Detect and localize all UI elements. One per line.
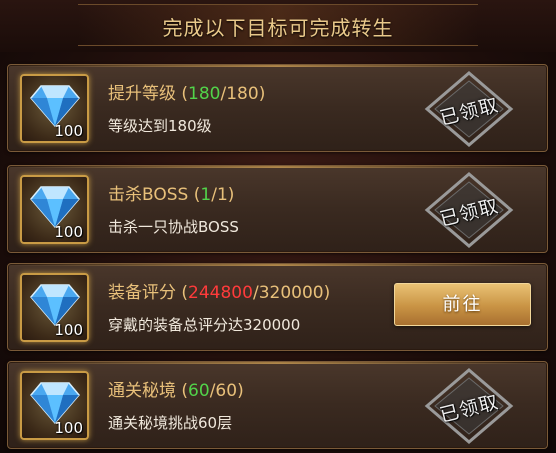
task-progress-total: 180 — [226, 84, 259, 104]
task-title: 通关秘境 (60/60) — [108, 381, 244, 401]
task-name: 击杀BOSS — [108, 185, 189, 205]
claimed-stamp-icon: 已领取 — [419, 366, 519, 446]
task-title: 击杀BOSS (1/1) — [108, 185, 235, 205]
reward-item[interactable]: 100 — [20, 273, 89, 342]
task-title: 提升等级 (180/180) — [108, 84, 266, 104]
task-row-level: 100 提升等级 (180/180) 等级达到180级 已领取 — [7, 64, 548, 152]
task-progress-current: 180 — [188, 84, 221, 104]
reward-count: 100 — [54, 122, 83, 140]
reward-item[interactable]: 100 — [20, 175, 89, 244]
task-progress-current: 60 — [188, 381, 210, 401]
task-description: 等级达到180级 — [108, 117, 212, 135]
task-name: 提升等级 — [108, 84, 176, 104]
task-description: 通关秘境挑战60层 — [108, 414, 233, 432]
claimed-stamp-icon: 已领取 — [419, 69, 519, 149]
row-highlight — [8, 264, 547, 266]
reward-item[interactable]: 100 — [20, 371, 89, 440]
task-row-dungeon: 100 通关秘境 (60/60) 通关秘境挑战60层 已领取 — [7, 361, 548, 449]
task-row-equipment: 100 装备评分 (244800/320000) 穿戴的装备总评分达320000… — [7, 263, 548, 351]
task-progress-total: 60 — [215, 381, 238, 401]
row-highlight — [8, 362, 547, 364]
claimed-stamp-icon: 已领取 — [419, 170, 519, 250]
task-name: 通关秘境 — [108, 381, 176, 401]
task-title: 装备评分 (244800/320000) — [108, 283, 331, 303]
reward-count: 100 — [54, 223, 83, 241]
task-description: 击杀一只协战BOSS — [108, 218, 239, 236]
row-highlight — [8, 65, 547, 67]
reward-item[interactable]: 100 — [20, 74, 89, 143]
page-title: 完成以下目标可完成转生 — [162, 16, 394, 40]
goto-button[interactable]: 前往 — [394, 283, 531, 326]
reward-count: 100 — [54, 321, 83, 339]
task-progress-total: 320000 — [258, 283, 324, 303]
reward-count: 100 — [54, 419, 83, 437]
task-progress-current: 1 — [200, 185, 212, 205]
row-highlight — [8, 166, 547, 168]
header-bar: 完成以下目标可完成转生 — [0, 0, 556, 52]
task-name: 装备评分 — [108, 283, 176, 303]
task-row-boss: 100 击杀BOSS (1/1) 击杀一只协战BOSS 已领取 — [7, 165, 548, 253]
task-progress-total: 1 — [216, 185, 228, 205]
task-description: 穿戴的装备总评分达320000 — [108, 316, 301, 334]
task-progress-current: 244800 — [188, 283, 253, 303]
